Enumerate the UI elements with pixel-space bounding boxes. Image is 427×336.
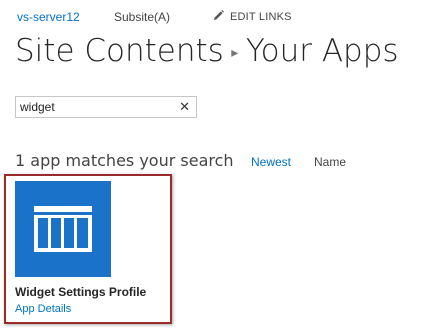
app-tile[interactable] xyxy=(15,181,111,277)
subsite-link[interactable]: Subsite(A) xyxy=(114,9,170,25)
breadcrumb: Site Contents ▸ Your Apps xyxy=(15,29,399,75)
list-app-icon xyxy=(34,206,92,252)
results-count: 1 app matches your search xyxy=(15,151,234,170)
edit-links-label: EDIT LINKS xyxy=(230,11,292,23)
pencil-icon xyxy=(214,10,224,20)
app-details-link[interactable]: App Details xyxy=(15,302,71,317)
edit-links-button[interactable]: EDIT LINKS xyxy=(213,9,292,25)
close-icon[interactable]: ✕ xyxy=(179,100,190,114)
search-input[interactable] xyxy=(20,99,170,115)
sort-name-link[interactable]: Name xyxy=(314,154,346,170)
your-apps-page: vs-server12 Subsite(A) EDIT LINKS Site C… xyxy=(0,0,427,336)
breadcrumb-site-contents[interactable]: Site Contents xyxy=(15,33,224,69)
page-title: Your Apps xyxy=(245,33,399,69)
search-box: ✕ xyxy=(15,96,197,118)
site-link[interactable]: vs-server12 xyxy=(17,9,80,25)
chevron-right-icon: ▸ xyxy=(231,45,239,61)
results-header: 1 app matches your search Newest Name xyxy=(15,150,415,172)
app-name[interactable]: Widget Settings Profile xyxy=(15,284,146,300)
sort-newest-link[interactable]: Newest xyxy=(251,154,291,170)
